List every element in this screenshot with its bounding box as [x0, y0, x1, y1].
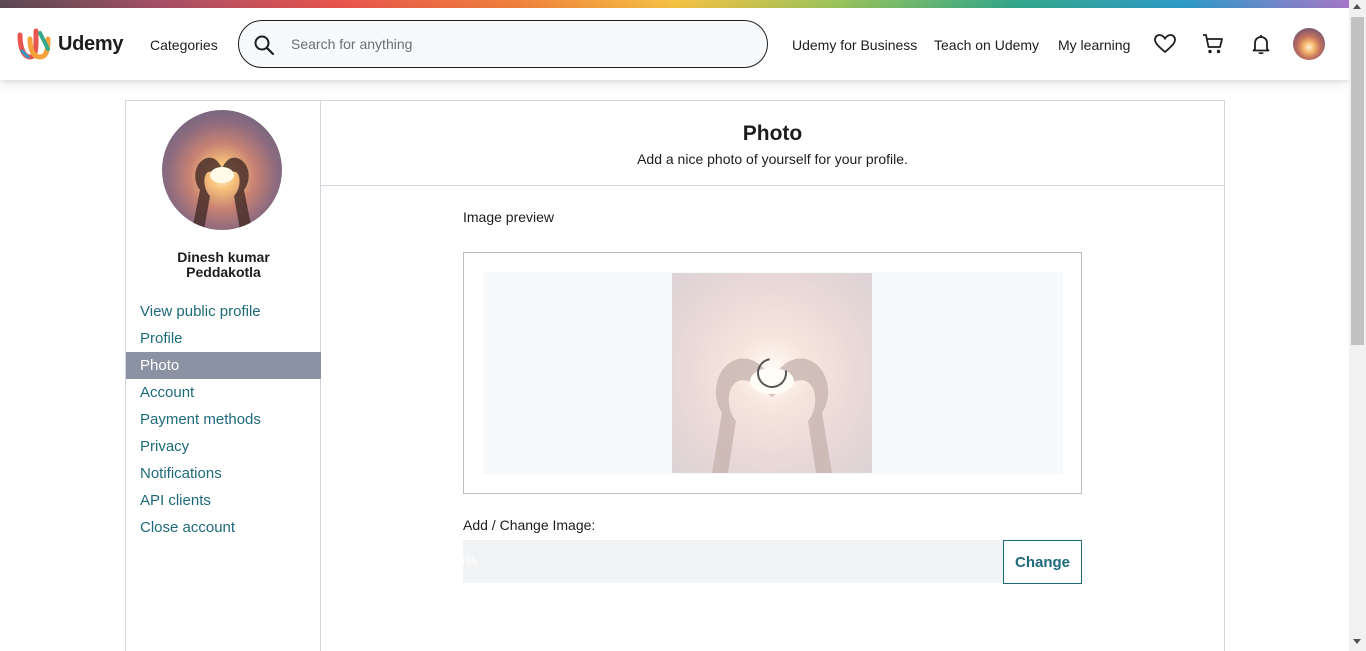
cart-icon[interactable] [1201, 32, 1225, 56]
sidebar-item-payment-methods[interactable]: Payment methods [126, 406, 321, 433]
sidebar-item-account[interactable]: Account [126, 379, 321, 406]
sidebar-item-profile[interactable]: Profile [126, 325, 321, 352]
sidebar-item-view-public-profile[interactable]: View public profile [126, 298, 321, 325]
photo-settings-main: Photo Add a nice photo of yourself for y… [321, 101, 1224, 651]
scroll-down-arrow-icon[interactable] [1353, 639, 1361, 644]
page-subtitle: Add a nice photo of yourself for your pr… [637, 151, 908, 167]
bell-icon[interactable] [1249, 32, 1273, 56]
image-preview-area [483, 272, 1063, 474]
change-image-button[interactable]: Change [1003, 540, 1082, 584]
my-learning-link[interactable]: My learning [1058, 37, 1130, 53]
sidebar-item-privacy[interactable]: Privacy [126, 433, 321, 460]
teach-on-udemy-link[interactable]: Teach on Udemy [934, 37, 1039, 53]
logo-text: Udemy [58, 32, 124, 55]
page-header: Photo Add a nice photo of yourself for y… [321, 101, 1224, 186]
scrollbar-thumb[interactable] [1351, 17, 1364, 345]
settings-panel: Dinesh kumar Peddakotla View public prof… [125, 100, 1225, 651]
add-change-image-label: Add / Change Image: [463, 517, 596, 533]
udemy-logo-icon [17, 28, 51, 60]
image-preview-label: Image preview [463, 209, 555, 225]
sidebar-item-api-clients[interactable]: API clients [126, 487, 321, 514]
scroll-up-arrow-icon[interactable] [1353, 4, 1361, 9]
top-header: Udemy Categories Udemy for Business Teac… [0, 8, 1349, 80]
search-bar[interactable] [238, 20, 768, 68]
upload-progress-text: 0% [463, 553, 478, 569]
preview-image [672, 273, 872, 473]
page-title: Photo [742, 122, 803, 145]
user-avatar[interactable] [1293, 28, 1325, 60]
sidebar-item-close-account[interactable]: Close account [126, 514, 321, 541]
categories-link[interactable]: Categories [150, 37, 218, 53]
user-name: Dinesh kumar Peddakotla [177, 249, 270, 280]
search-icon[interactable] [253, 34, 275, 56]
page-scrollbar[interactable] [1349, 0, 1366, 651]
sidebar-item-notifications[interactable]: Notifications [126, 460, 321, 487]
brand-stripe [0, 0, 1349, 8]
upload-progress-bar: 0% [463, 540, 1004, 583]
image-preview-box [463, 252, 1082, 494]
profile-photo [162, 110, 282, 230]
heart-icon[interactable] [1153, 32, 1177, 56]
udemy-logo[interactable]: Udemy [16, 27, 124, 61]
settings-menu: View public profile Profile Photo Accoun… [126, 298, 321, 541]
settings-sidebar: Dinesh kumar Peddakotla View public prof… [126, 101, 321, 651]
profile-photo-image [162, 110, 282, 230]
sidebar-item-photo[interactable]: Photo [126, 352, 321, 379]
udemy-for-business-link[interactable]: Udemy for Business [792, 37, 917, 53]
search-input[interactable] [291, 34, 751, 54]
